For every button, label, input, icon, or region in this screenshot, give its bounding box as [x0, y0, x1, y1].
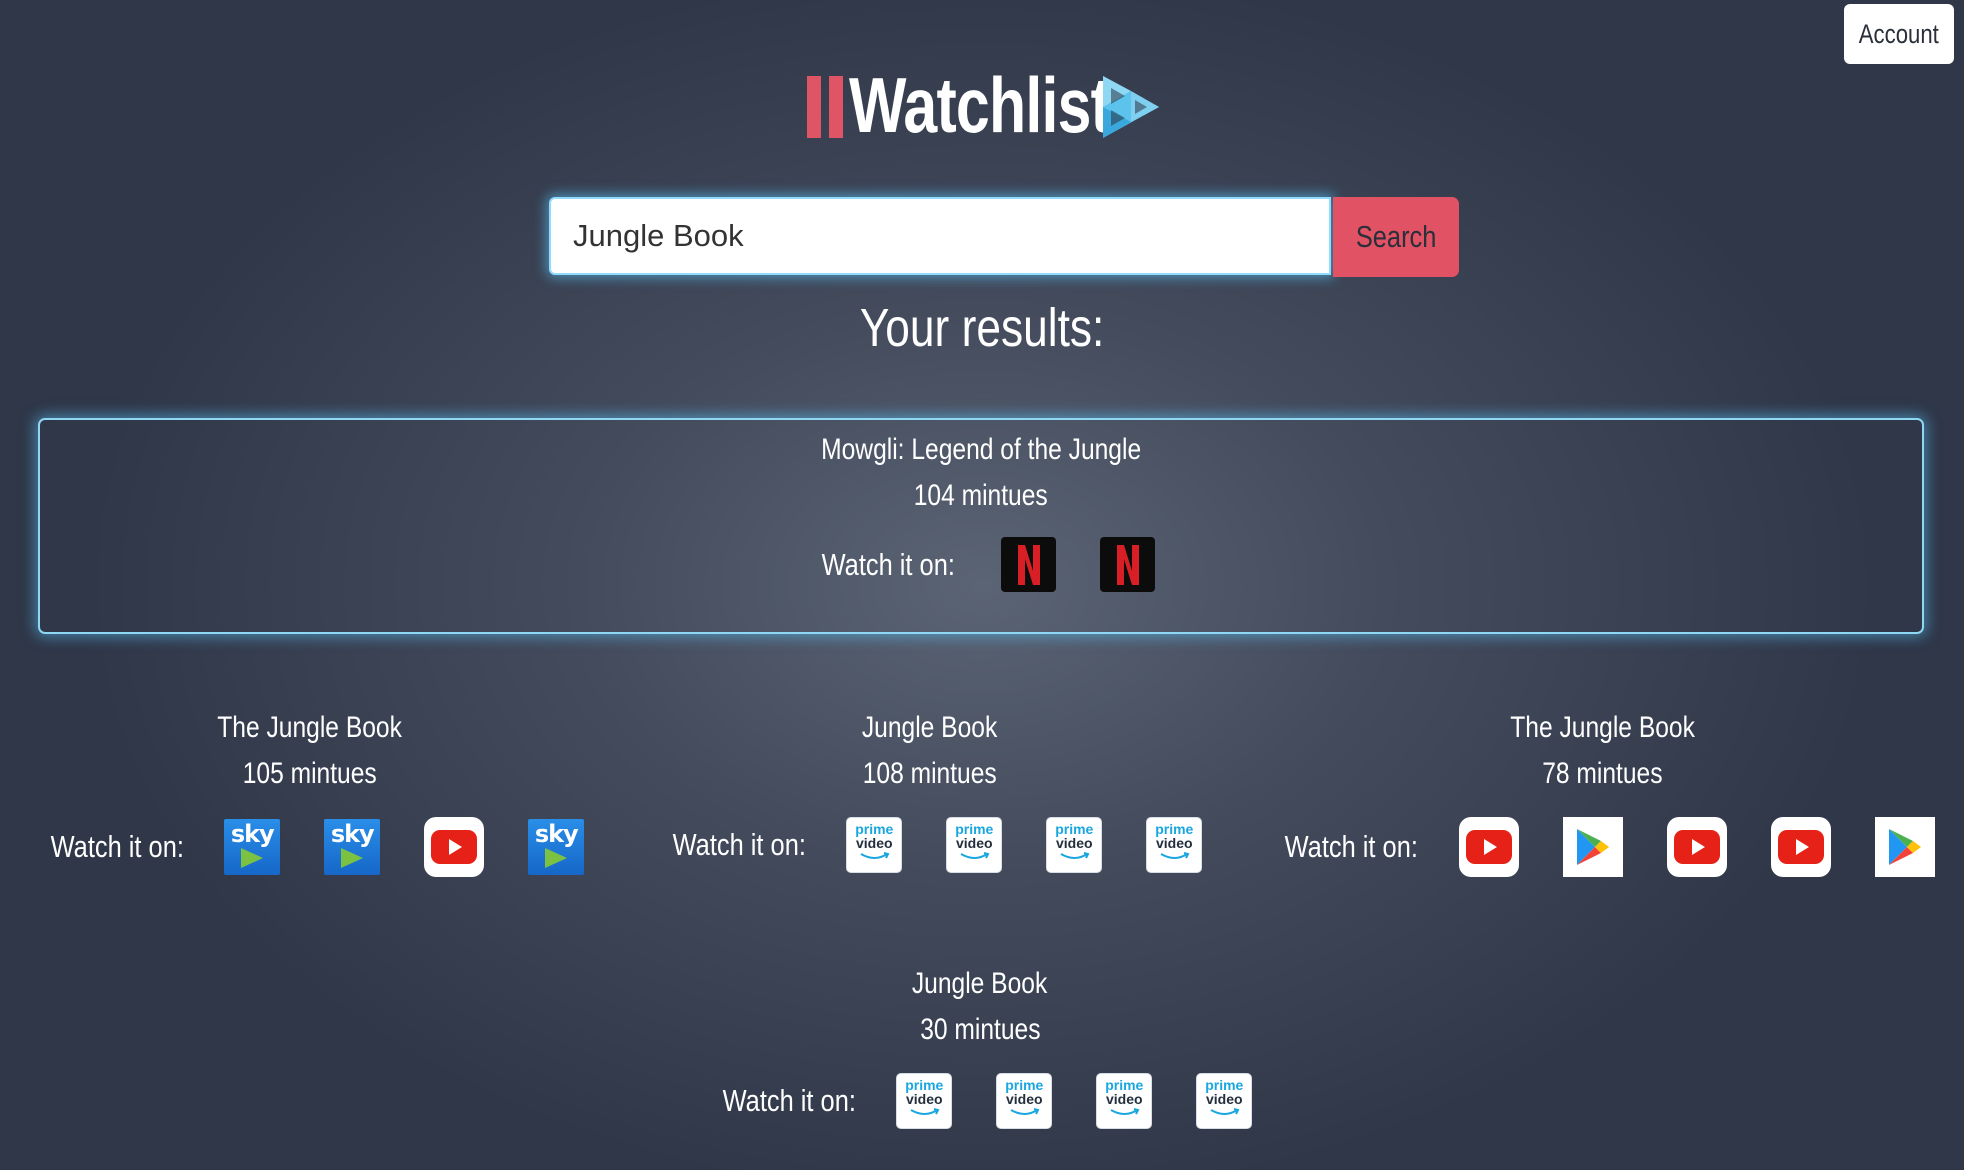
prime-video-icon[interactable]: prime video	[1196, 1073, 1253, 1129]
result-title: Mowgli: Legend of the Jungle	[820, 433, 1142, 466]
sky-icon[interactable]: sky	[324, 819, 381, 875]
result-runtime: 78 mintues	[1542, 757, 1663, 790]
prime-video-icon[interactable]: prime video	[896, 1073, 953, 1129]
prime-video-icon[interactable]: prime video	[996, 1073, 1053, 1129]
result-item[interactable]: The Jungle Book 78 mintues Watch it on:	[1270, 705, 1935, 877]
result-title: The Jungle Book	[1510, 711, 1695, 744]
result-item[interactable]: Mowgli: Legend of the Jungle 104 mintues…	[38, 427, 1924, 592]
result-title: Jungle Book	[862, 711, 998, 744]
search-button[interactable]: Search	[1333, 197, 1459, 277]
search-input[interactable]	[549, 197, 1331, 275]
result-item[interactable]: The Jungle Book 105 mintues Watch it on:…	[30, 705, 590, 877]
watch-label: Watch it on:	[722, 1083, 856, 1118]
prime-video-icon[interactable]: prime video	[1096, 1073, 1153, 1129]
account-label: Account	[1858, 18, 1940, 49]
result-title: Jungle Book	[912, 967, 1048, 1000]
watch-label: Watch it on:	[821, 546, 955, 582]
result-runtime: 105 mintues	[242, 757, 378, 790]
netflix-icon[interactable]	[1001, 537, 1057, 592]
watch-label: Watch it on:	[1284, 829, 1419, 864]
prime-video-icon[interactable]: prime video	[1046, 817, 1103, 873]
results-heading: Your results:	[859, 298, 1105, 358]
result-runtime: 30 mintues	[919, 1013, 1041, 1046]
logo-play-icon	[1103, 76, 1159, 138]
result-runtime: 108 mintues	[862, 757, 998, 790]
watch-label: Watch it on:	[50, 829, 184, 864]
result-item[interactable]: Jungle Book 30 mintues Watch it on: prim…	[650, 961, 1310, 1129]
logo-pause-icon	[807, 76, 845, 138]
prime-video-icon[interactable]: prime video	[846, 817, 903, 873]
account-button[interactable]: Account	[1844, 4, 1954, 64]
prime-video-icon[interactable]: prime video	[1146, 817, 1203, 873]
youtube-icon[interactable]	[1458, 817, 1519, 877]
sky-icon[interactable]: sky	[224, 819, 281, 875]
sky-icon[interactable]: sky	[528, 819, 585, 875]
watchlist-logo: Watchlist	[805, 62, 1165, 146]
watch-label: Watch it on:	[672, 827, 806, 862]
result-title: The Jungle Book	[217, 711, 403, 744]
google-play-icon[interactable]	[1562, 817, 1623, 877]
result-item[interactable]: Jungle Book 108 mintues Watch it on: pri…	[650, 705, 1210, 873]
prime-video-icon[interactable]: prime video	[946, 817, 1003, 873]
search-button-label: Search	[1355, 219, 1437, 254]
netflix-icon[interactable]	[1100, 537, 1156, 592]
result-runtime: 104 mintues	[913, 479, 1049, 512]
youtube-icon[interactable]	[1770, 817, 1831, 877]
youtube-icon[interactable]	[424, 817, 485, 877]
youtube-icon[interactable]	[1666, 817, 1727, 877]
google-play-icon[interactable]	[1874, 817, 1935, 877]
